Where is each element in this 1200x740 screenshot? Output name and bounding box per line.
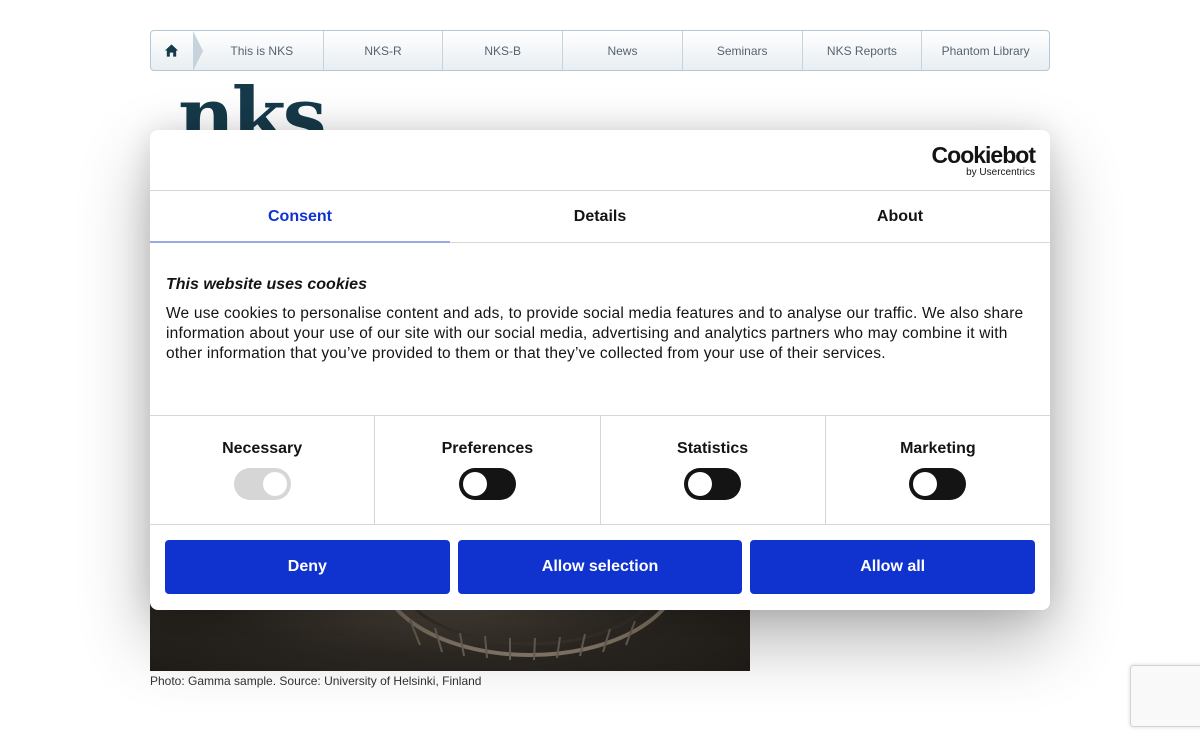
category-label-preferences: Preferences (441, 440, 534, 457)
nav-item-news[interactable]: News (562, 31, 682, 70)
hero-photo (150, 600, 750, 671)
category-label-necessary: Necessary (222, 440, 303, 457)
tab-consent[interactable]: Consent (150, 191, 450, 243)
site-logo-text: nks (178, 72, 324, 133)
category-preferences: Preferences (374, 416, 599, 524)
category-label-marketing: Marketing (900, 440, 976, 457)
tab-about[interactable]: About (750, 191, 1050, 242)
cookie-category-toggles: Necessary Preferences Statistics Marketi… (150, 416, 1050, 525)
allow-selection-button[interactable]: Allow selection (457, 540, 743, 594)
dialog-tabs: Consent Details About (150, 191, 1050, 243)
category-necessary: Necessary (150, 416, 374, 524)
consent-body: This website uses cookies We use cookies… (150, 243, 1050, 416)
toggle-necessary (233, 468, 291, 500)
toggle-knob (913, 472, 938, 496)
recaptcha-badge[interactable] (1130, 665, 1200, 727)
nav-item-phantom-library[interactable]: Phantom Library (921, 31, 1049, 70)
category-statistics: Statistics (599, 416, 825, 524)
category-marketing: Marketing (824, 416, 1050, 524)
deny-button[interactable]: Deny (165, 540, 450, 594)
nav-item-nks-r[interactable]: NKS-R (322, 31, 443, 70)
nav-item-nks-b[interactable]: NKS-B (442, 31, 562, 70)
consent-buttons: Deny Allow selection Allow all (150, 525, 1050, 594)
toggle-marketing[interactable] (909, 468, 967, 500)
consent-description: We use cookies to personalise content an… (166, 305, 1024, 362)
category-label-statistics: Statistics (677, 440, 749, 457)
toggle-preferences[interactable] (458, 468, 516, 500)
nav-item-this-is-nks[interactable]: This is NKS (193, 31, 323, 70)
cookiebot-logo-name: Cookiebot (931, 142, 1036, 168)
home-icon (165, 44, 179, 57)
cookie-consent-dialog: Cookiebot by Usercentrics Consent Detail… (150, 130, 1050, 610)
toggle-knob (262, 472, 287, 496)
nav-item-seminars[interactable]: Seminars (681, 31, 802, 70)
toggle-knob (688, 472, 713, 496)
toggle-knob (462, 472, 487, 496)
allow-all-button[interactable]: Allow all (750, 540, 1036, 594)
consent-heading: This website uses cookies (166, 276, 367, 293)
photo-caption: Photo: Gamma sample. Source: University … (150, 674, 482, 688)
cookiebot-logo-byline: by Usercentrics (966, 167, 1035, 178)
nav-item-nks-reports[interactable]: NKS Reports (801, 31, 922, 70)
cookiebot-logo[interactable]: Cookiebot by Usercentrics (931, 142, 1036, 178)
top-navigation: This is NKS NKS-R NKS-B News Seminars NK… (150, 30, 1050, 71)
toggle-statistics[interactable] (684, 468, 742, 500)
site-logo[interactable]: nks (178, 72, 324, 133)
nav-home-button[interactable] (151, 31, 203, 70)
gamma-sample-image (387, 600, 673, 661)
dialog-header: Cookiebot by Usercentrics (150, 130, 1050, 191)
tab-details[interactable]: Details (450, 191, 750, 242)
